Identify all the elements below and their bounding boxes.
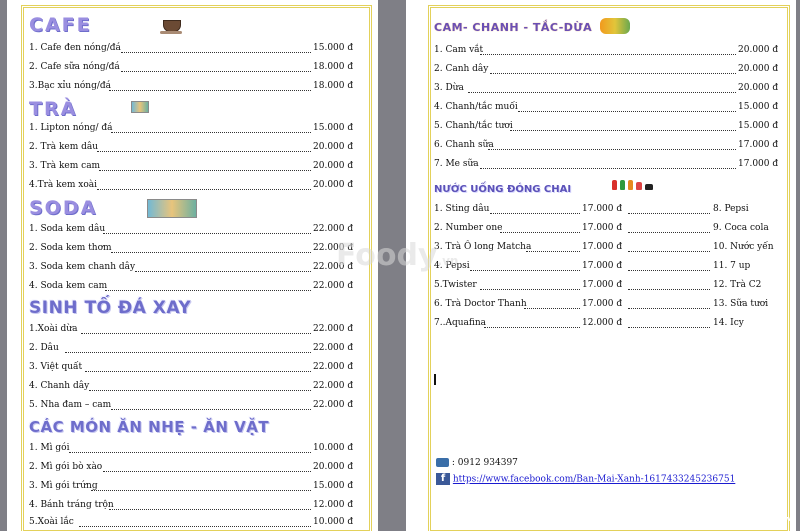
- menu-item: 1. Cam vắt 20.000 đ: [434, 45, 779, 55]
- section-title-cafe: CAFE: [29, 14, 92, 36]
- menu-item: 6. Chanh sữa 17.000 đ: [434, 140, 779, 150]
- saucer-icon: [160, 31, 182, 34]
- menu-item: 4.Trà kem xoài 20.000 đ: [29, 180, 354, 190]
- phone-number: : 0912 934397: [451, 458, 518, 468]
- menu-item: 4. Chanh/tắc muối 15.000 đ: [434, 102, 779, 112]
- bottled-row: 1. Sting dâu 17.000 đ 8. Pepsi: [434, 204, 749, 214]
- menu-item: 1. Cafe đen nóng/đá 15.000 đ: [29, 43, 354, 53]
- menu-item: 3. Việt quất 22.000 đ: [29, 362, 354, 372]
- menu-item: 3. Soda kem chanh dây 22.000 đ: [29, 262, 354, 272]
- menu-item: 2. Canh dây 20.000 đ: [434, 64, 779, 74]
- menu-item: 5. Chanh/tắc tươi 15.000 đ: [434, 121, 779, 131]
- menu-item: 3. Mì gói trứng 15.000 đ: [29, 481, 354, 491]
- menu-item: 2. Mì gói bò xào 20.000 đ: [29, 462, 354, 472]
- menu-item: 4. Bánh tráng trộn 12.000 đ: [29, 500, 354, 510]
- corner-user-credit: Dai Pham: [740, 498, 784, 508]
- menu-item: 2. Soda kem thơm 22.000 đ: [29, 243, 354, 253]
- facebook-icon: f: [436, 473, 450, 485]
- phone-line: : 0912 934397: [436, 458, 518, 468]
- menu-item: 5.Xoài lắc 10.000 đ: [29, 517, 354, 527]
- section-title-sinh-to: SINH TỐ ĐÁ XAY: [29, 298, 192, 318]
- menu-item: 3. Dừa 20.000 đ: [434, 83, 779, 93]
- section-title-bottled: NƯỚC UỐNG ĐÓNG CHAI: [434, 184, 572, 195]
- menu-item: 1. Mì gói 10.000 đ: [29, 443, 354, 453]
- bottled-row: 7..Aquafina 12.000 đ 14. Icy: [434, 318, 744, 328]
- menu-item: 3. Trà kem cam 20.000 đ: [29, 161, 354, 171]
- menu-item: 3.Bạc xỉu nóng/đá 18.000 đ: [29, 81, 354, 91]
- section-title-tra: TRÀ: [29, 98, 78, 120]
- menu-item: 7. Me sữa 17.000 đ: [434, 159, 779, 169]
- menu-item: 2. Cafe sữa nóng/đá 18.000 đ: [29, 62, 354, 72]
- menu-page-left: CAFE 1. Cafe đen nóng/đá 15.000 đ 2. Caf…: [7, 0, 378, 531]
- bottled-row: 2. Number one 17.000 đ 9. Coca cola: [434, 223, 769, 233]
- menu-item: 5. Nha đam – cam 22.000 đ: [29, 400, 354, 410]
- menu-page-right: CAM- CHANH - TẮC-DỪA 1. Cam vắt 20.000 đ…: [406, 0, 796, 531]
- menu-item: 1. Soda kem dâu 22.000 đ: [29, 224, 354, 234]
- bottle-icon: [628, 180, 633, 190]
- menu-item: 4. Soda kem cam 22.000 đ: [29, 281, 354, 291]
- section-title-soda: SODA: [29, 197, 98, 219]
- phone-icon: [436, 458, 449, 467]
- can-icon: [636, 182, 642, 190]
- bottled-row: 5.Twister 17.000 đ 12. Trà C2: [434, 280, 762, 290]
- menu-item: 2. Trà kem dâu 20.000 đ: [29, 142, 354, 152]
- text-cursor: [434, 374, 436, 385]
- bottle-icon: [612, 180, 617, 190]
- corner-foody-logo: Foody.vn: [740, 510, 797, 525]
- box-icon: [645, 184, 653, 190]
- bottle-icon: [620, 180, 625, 190]
- menu-item: 1.Xoài dừa 22.000 đ: [29, 324, 354, 334]
- tea-glass-icon: [131, 101, 149, 113]
- menu-item: 2. Dâu 22.000 đ: [29, 343, 354, 353]
- foody-watermark: Foody.vn: [336, 238, 459, 273]
- soda-drinks-icon: [147, 199, 197, 218]
- facebook-line: f https://www.facebook.com/Ban-Mai-Xanh-…: [436, 473, 735, 485]
- bottled-row: 6. Trà Doctor Thanh 17.000 đ 13. Sữa tươ…: [434, 299, 769, 309]
- facebook-link[interactable]: https://www.facebook.com/Ban-Mai-Xanh-16…: [453, 475, 735, 485]
- menu-item: 4. Chanh dây 22.000 đ: [29, 381, 354, 391]
- section-title-citrus: CAM- CHANH - TẮC-DỪA: [434, 21, 593, 34]
- menu-item: 1. Lipton nóng/ đá 15.000 đ: [29, 123, 354, 133]
- section-title-snacks: CÁC MÓN ĂN NHẸ - ĂN VẶT: [29, 418, 270, 436]
- fruit-icon: [600, 18, 630, 34]
